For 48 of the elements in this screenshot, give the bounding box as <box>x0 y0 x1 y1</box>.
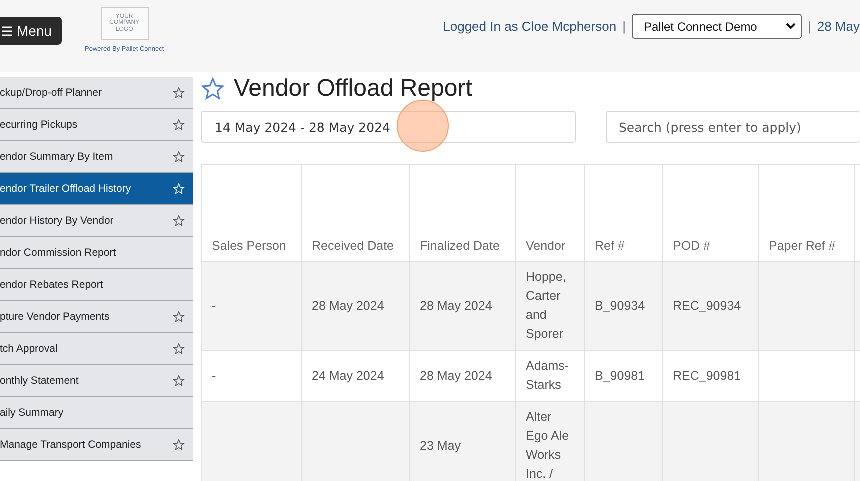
company-select[interactable]: Pallet Connect Demo <box>632 14 802 39</box>
menu-button[interactable]: Menu <box>0 17 62 45</box>
table-cell: 28 May 2024 <box>420 298 492 312</box>
table-cell: 23 May <box>420 438 461 452</box>
table-cell: REC_90981 <box>673 368 742 382</box>
star-icon[interactable] <box>173 214 185 226</box>
star-icon[interactable] <box>173 118 185 130</box>
column-header[interactable]: Sales Person <box>202 164 302 262</box>
table-cell: Adams-Starks <box>526 359 570 392</box>
star-icon[interactable] <box>173 438 185 450</box>
table-cell: B_90981 <box>595 368 646 382</box>
sidebar-item[interactable]: endor Trailer Offload History <box>0 173 193 205</box>
star-icon[interactable] <box>173 310 185 322</box>
star-icon[interactable] <box>201 77 225 101</box>
table-cell: B_90934 <box>595 298 646 312</box>
separator-text: | <box>622 19 626 34</box>
sidebar-item[interactable]: ndor Commission Report <box>0 237 193 269</box>
sidebar-item[interactable]: aily Summary <box>0 397 193 429</box>
table-cell: 28 May 2024 <box>312 298 384 312</box>
star-icon[interactable] <box>173 342 185 354</box>
date-text: 28 May <box>817 19 860 34</box>
sidebar-item[interactable]: endor Summary By Item <box>0 141 193 173</box>
sidebar-item[interactable]: tch Approval <box>0 333 193 365</box>
sidebar-item[interactable]: onthly Statement <box>0 365 193 397</box>
search-field[interactable]: Search (press enter to apply) <box>606 111 860 143</box>
sidebar-item[interactable]: endor History By Vendor <box>0 205 193 237</box>
table-cell: 24 May 2024 <box>312 368 384 382</box>
click-indicator <box>397 100 449 152</box>
table-cell: - <box>212 298 216 312</box>
page-title: Vendor Offload Report <box>234 75 472 103</box>
star-icon[interactable] <box>173 86 185 98</box>
menu-icon <box>2 26 12 36</box>
sidebar-item[interactable]: ecurring Pickups <box>0 109 193 141</box>
sidebar-item[interactable]: pture Vendor Payments <box>0 301 193 333</box>
star-icon[interactable] <box>173 150 185 162</box>
table-cell: REC_90934 <box>673 298 742 312</box>
sidebar-item[interactable]: endor Rebates Report <box>0 269 193 301</box>
sidebar-item[interactable]: Manage Transport Companies <box>0 429 193 461</box>
chevron-down-icon <box>786 23 796 30</box>
separator-text: | <box>808 19 812 34</box>
logged-in-text: Logged In as Cloe Mcpherson <box>443 19 617 34</box>
star-icon[interactable] <box>173 374 185 386</box>
table-cell: - <box>212 368 216 382</box>
table-cell: 28 May 2024 <box>420 368 492 382</box>
date-range-field[interactable]: 14 May 2024 - 28 May 2024 <box>201 111 576 143</box>
sidebar-item[interactable]: ckup/Drop-off Planner <box>0 77 193 109</box>
table-cell: Alter Ego Ale Works Inc. / <box>526 410 570 481</box>
table-cell: Hoppe, Carter and Sporer <box>526 270 566 341</box>
